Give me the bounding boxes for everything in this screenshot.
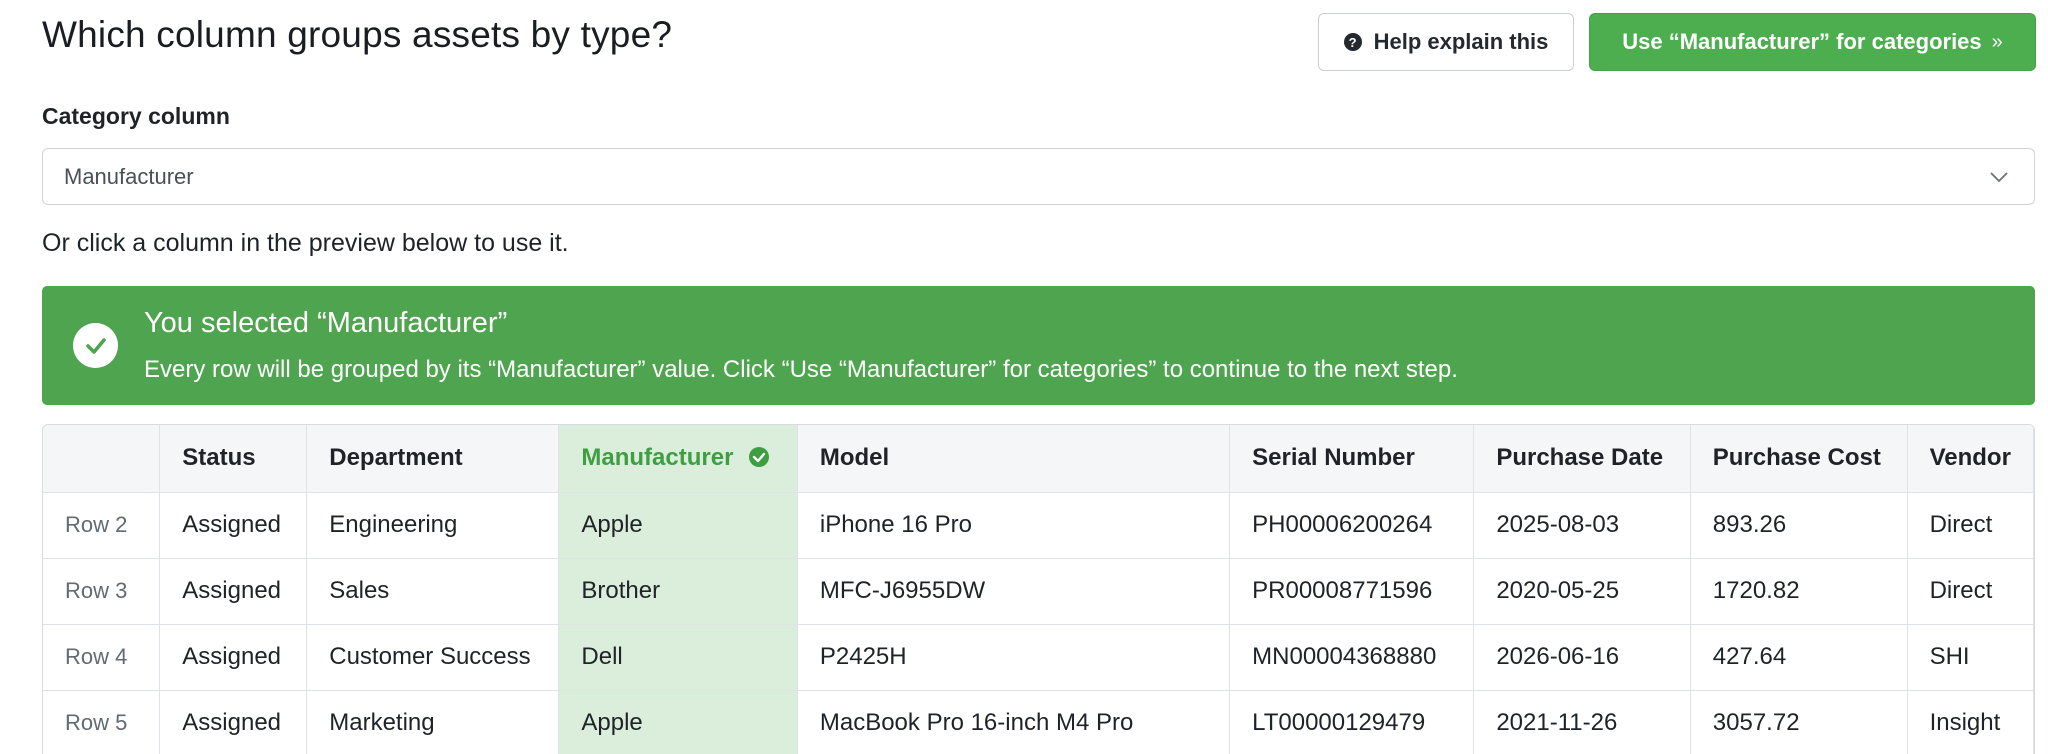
cell-manufacturer[interactable]: Brother [558,558,798,625]
category-column-select[interactable]: Manufacturer [42,148,2035,205]
preview-table: Status Department Manufacturer Model Ser… [42,424,2035,754]
cell-status[interactable]: Assigned [159,690,308,754]
cell-vendor[interactable]: Direct [1907,492,2034,559]
column-header-status[interactable]: Status [159,425,308,493]
cell-purchase-date[interactable]: 2026-06-16 [1473,624,1691,691]
column-header-row-number [43,425,161,493]
column-header-manufacturer[interactable]: Manufacturer [558,425,798,493]
cell-manufacturer[interactable]: Apple [558,690,798,754]
row-number: Row 4 [43,624,161,691]
column-header-purchase-cost[interactable]: Purchase Cost [1690,425,1908,493]
category-column-label: Category column [42,103,230,129]
chevron-double-right-icon: » [1991,30,2003,53]
cell-purchase-cost[interactable]: 893.26 [1690,492,1908,559]
cell-department[interactable]: Customer Success [306,624,560,691]
cell-purchase-date[interactable]: 2020-05-25 [1473,558,1691,625]
page: Which column groups assets by type? ? He… [0,0,2048,754]
page-title: Which column groups assets by type? [42,14,673,55]
cell-purchase-cost[interactable]: 427.64 [1690,624,1908,691]
cell-department[interactable]: Marketing [306,690,560,754]
cell-status[interactable]: Assigned [159,492,308,559]
cell-vendor[interactable]: SHI [1907,624,2034,691]
check-circle-icon [748,446,770,468]
cell-status[interactable]: Assigned [159,624,308,691]
chevron-down-icon [1990,172,2008,183]
column-header-model[interactable]: Model [797,425,1231,493]
use-column-button[interactable]: Use “Manufacturer” for categories » [1589,13,2036,71]
cell-vendor[interactable]: Direct [1907,558,2034,625]
table-row: Row 5 Assigned Marketing Apple MacBook P… [43,690,2034,754]
column-header-manufacturer-label: Manufacturer [581,444,734,472]
row-number: Row 5 [43,690,161,754]
cell-serial-number[interactable]: PH00006200264 [1229,492,1475,559]
cell-vendor[interactable]: Insight [1907,690,2034,754]
cell-model[interactable]: MacBook Pro 16-inch M4 Pro [797,690,1231,754]
cell-serial-number[interactable]: MN00004368880 [1229,624,1475,691]
preview-table-grid: Status Department Manufacturer Model Ser… [43,425,2034,754]
table-row: Row 4 Assigned Customer Success Dell P24… [43,624,2034,691]
help-explain-button[interactable]: ? Help explain this [1318,13,1574,71]
cell-purchase-cost[interactable]: 1720.82 [1690,558,1908,625]
help-explain-label: Help explain this [1373,29,1549,54]
cell-serial-number[interactable]: PR00008771596 [1229,558,1475,625]
cell-purchase-date[interactable]: 2025-08-03 [1473,492,1691,559]
question-circle-icon: ? [1343,33,1362,51]
check-circle-icon [73,323,118,368]
selection-banner: You selected “Manufacturer” Every row wi… [42,286,2035,405]
cell-model[interactable]: P2425H [797,624,1231,691]
category-column-value: Manufacturer [64,163,194,189]
column-header-department[interactable]: Department [306,425,560,493]
column-hint-text: Or click a column in the preview below t… [42,229,569,257]
row-number: Row 3 [43,558,161,625]
cell-status[interactable]: Assigned [159,558,308,625]
use-column-label: Use “Manufacturer” for categories [1622,29,1982,54]
cell-department[interactable]: Engineering [306,492,560,559]
cell-manufacturer[interactable]: Apple [558,492,798,559]
cell-serial-number[interactable]: LT00000129479 [1229,690,1475,754]
column-header-serial-number[interactable]: Serial Number [1229,425,1475,493]
cell-model[interactable]: iPhone 16 Pro [797,492,1231,559]
cell-department[interactable]: Sales [306,558,560,625]
table-row: Row 2 Assigned Engineering Apple iPhone … [43,492,2034,559]
row-number: Row 2 [43,492,161,559]
table-row: Row 3 Assigned Sales Brother MFC-J6955DW… [43,558,2034,625]
column-header-vendor[interactable]: Vendor [1907,425,2034,493]
cell-manufacturer[interactable]: Dell [558,624,798,691]
cell-model[interactable]: MFC-J6955DW [797,558,1231,625]
cell-purchase-cost[interactable]: 3057.72 [1690,690,1908,754]
cell-purchase-date[interactable]: 2021-11-26 [1473,690,1691,754]
banner-description: Every row will be grouped by its “Manufa… [144,356,1458,383]
banner-title: You selected “Manufacturer” [144,307,508,339]
column-header-purchase-date[interactable]: Purchase Date [1473,425,1691,493]
table-header-row: Status Department Manufacturer Model Ser… [43,425,2034,493]
